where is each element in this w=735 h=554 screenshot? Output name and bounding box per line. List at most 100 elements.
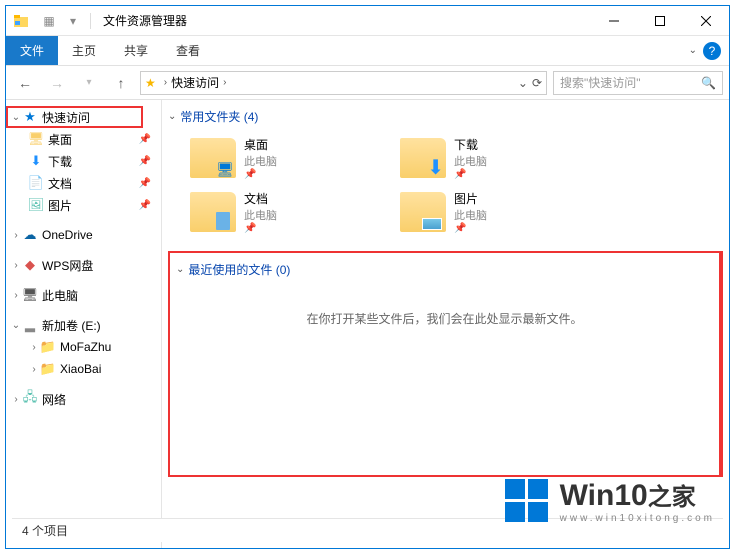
close-button[interactable]: [683, 6, 729, 36]
group-recent-files[interactable]: ⌄ 最近使用的文件 (0): [176, 261, 713, 278]
chevron-down-icon[interactable]: ⌄: [176, 264, 184, 275]
expand-icon[interactable]: ›: [10, 260, 22, 271]
collapse-icon[interactable]: ⌄: [10, 320, 22, 331]
folder-icon: [190, 192, 236, 232]
navigation-pane: ⌄ ★ 快速访问 🖥 桌面 📌 ⬇ 下载 📌 📄 文档 📌: [6, 100, 162, 548]
folder-documents[interactable]: 文档 此电脑 📌: [190, 187, 370, 237]
downloads-icon: ⬇: [28, 153, 44, 169]
sidebar-item-desktop[interactable]: 🖥 桌面 📌: [6, 128, 161, 150]
pin-icon: 📌: [454, 223, 487, 234]
tab-home[interactable]: 主页: [58, 36, 110, 65]
documents-icon: 📄: [28, 175, 44, 191]
wps-icon: ◆: [22, 257, 38, 273]
folder-icon: ⬇: [400, 138, 446, 178]
tab-share[interactable]: 共享: [110, 36, 162, 65]
sidebar-item-onedrive[interactable]: › ☁ OneDrive: [6, 224, 161, 246]
recent-empty-message: 在你打开某些文件后，我们会在此处显示最新文件。: [176, 310, 713, 327]
ribbon-expand-icon[interactable]: ⌄: [689, 45, 697, 56]
sidebar-item-documents[interactable]: 📄 文档 📌: [6, 172, 161, 194]
expand-icon[interactable]: ›: [10, 394, 22, 405]
sidebar-item-mofazhu[interactable]: › 📁 MoFaZhu: [6, 336, 161, 358]
minimize-button[interactable]: [591, 6, 637, 36]
expand-icon[interactable]: ›: [10, 290, 22, 301]
chevron-down-icon[interactable]: ⌄: [168, 111, 176, 122]
folder-name: 桌面: [244, 136, 277, 153]
folder-pictures[interactable]: 图片 此电脑 📌: [400, 187, 580, 237]
expand-icon[interactable]: ›: [28, 364, 40, 375]
history-dropdown-icon[interactable]: ⌄: [518, 76, 528, 90]
folder-downloads[interactable]: ⬇ 下载 此电脑 📌: [400, 133, 580, 183]
sidebar-item-volume-e[interactable]: ⌄ ▂ 新加卷 (E:): [6, 314, 161, 336]
sidebar-item-label: 文档: [48, 175, 139, 192]
sidebar-item-label: MoFaZhu: [60, 340, 161, 354]
search-input[interactable]: 搜索"快速访问" 🔍: [553, 71, 723, 95]
sidebar-item-pictures[interactable]: 🖼 图片 📌: [6, 194, 161, 216]
group-frequent-folders[interactable]: ⌄ 常用文件夹 (4): [168, 108, 723, 125]
breadcrumb-location[interactable]: 快速访问: [171, 74, 219, 91]
sidebar-item-label: 桌面: [48, 131, 139, 148]
tab-view[interactable]: 查看: [162, 36, 214, 65]
tab-file[interactable]: 文件: [6, 36, 58, 65]
breadcrumb[interactable]: ★ › 快速访问 › ⌄ ⟳: [140, 71, 547, 95]
pin-icon: 📌: [139, 178, 151, 189]
expand-icon[interactable]: ›: [10, 230, 22, 241]
expand-icon[interactable]: ›: [28, 342, 40, 353]
folder-name: 图片: [454, 190, 487, 207]
folder-location: 此电脑: [454, 153, 487, 169]
sidebar-item-label: 下载: [48, 153, 139, 170]
group-recent-files-highlight: ⌄ 最近使用的文件 (0) 在你打开某些文件后，我们会在此处显示最新文件。: [168, 251, 723, 477]
recent-locations-dropdown[interactable]: ▾: [76, 70, 102, 96]
search-placeholder: 搜索"快速访问": [560, 74, 641, 91]
ribbon-tabs: 文件 主页 共享 查看 ⌄ ?: [6, 36, 729, 66]
folder-location: 此电脑: [244, 207, 277, 223]
sidebar-item-label: OneDrive: [42, 228, 161, 242]
address-bar: ← → ▾ ↑ ★ › 快速访问 › ⌄ ⟳ 搜索"快速访问" 🔍: [6, 66, 729, 100]
collapse-icon[interactable]: ⌄: [10, 112, 22, 123]
refresh-icon[interactable]: ⟳: [532, 76, 542, 90]
folder-location: 此电脑: [244, 153, 277, 169]
folder-desktop[interactable]: 🖥 桌面 此电脑 📌: [190, 133, 370, 183]
windows-logo-icon: [505, 479, 548, 522]
folder-icon: [400, 192, 446, 232]
forward-button[interactable]: →: [44, 70, 70, 96]
search-icon[interactable]: 🔍: [701, 76, 716, 90]
back-button[interactable]: ←: [12, 70, 38, 96]
folder-icon: 📁: [40, 339, 56, 355]
sidebar-item-xiaobai[interactable]: › 📁 XiaoBai: [6, 358, 161, 380]
disk-icon: ▂: [22, 317, 38, 333]
chevron-right-icon[interactable]: ›: [164, 77, 167, 88]
folder-location: 此电脑: [454, 207, 487, 223]
separator: [90, 13, 91, 29]
qat-properties-icon[interactable]: ▦: [38, 10, 60, 32]
help-icon[interactable]: ?: [703, 42, 721, 60]
sidebar-item-label: WPS网盘: [42, 257, 161, 274]
sidebar-item-label: 新加卷 (E:): [42, 317, 161, 334]
pin-icon: 📌: [139, 156, 151, 167]
star-icon: ★: [22, 109, 38, 125]
onedrive-icon: ☁: [22, 227, 38, 243]
pin-icon: 📌: [244, 169, 277, 180]
qat-dropdown-icon[interactable]: ▾: [62, 10, 84, 32]
quick-access-star-icon: ★: [145, 76, 156, 90]
chevron-right-icon[interactable]: ›: [223, 77, 226, 88]
pin-icon: 📌: [139, 200, 151, 211]
sidebar-item-wps[interactable]: › ◆ WPS网盘: [6, 254, 161, 276]
folder-name: 下载: [454, 136, 487, 153]
maximize-button[interactable]: [637, 6, 683, 36]
watermark-brand: Win10: [560, 479, 648, 512]
sidebar-item-network[interactable]: › 🖧 网络: [6, 388, 161, 410]
watermark-url: www.win10xitong.com: [560, 513, 715, 524]
folder-name: 文档: [244, 190, 277, 207]
sidebar-item-downloads[interactable]: ⬇ 下载 📌: [6, 150, 161, 172]
up-button[interactable]: ↑: [108, 70, 134, 96]
pictures-icon: 🖼: [28, 197, 44, 213]
titlebar: ▦ ▾ 文件资源管理器: [6, 6, 729, 36]
sidebar-item-label: XiaoBai: [60, 362, 161, 376]
pin-icon: 📌: [244, 223, 277, 234]
folder-icon: 📁: [40, 361, 56, 377]
network-icon: 🖧: [22, 391, 38, 407]
sidebar-item-this-pc[interactable]: › 🖥 此电脑: [6, 284, 161, 306]
desktop-icon: 🖥: [28, 131, 44, 147]
window-title: 文件资源管理器: [103, 12, 187, 29]
sidebar-item-quick-access[interactable]: ⌄ ★ 快速访问: [6, 106, 161, 128]
